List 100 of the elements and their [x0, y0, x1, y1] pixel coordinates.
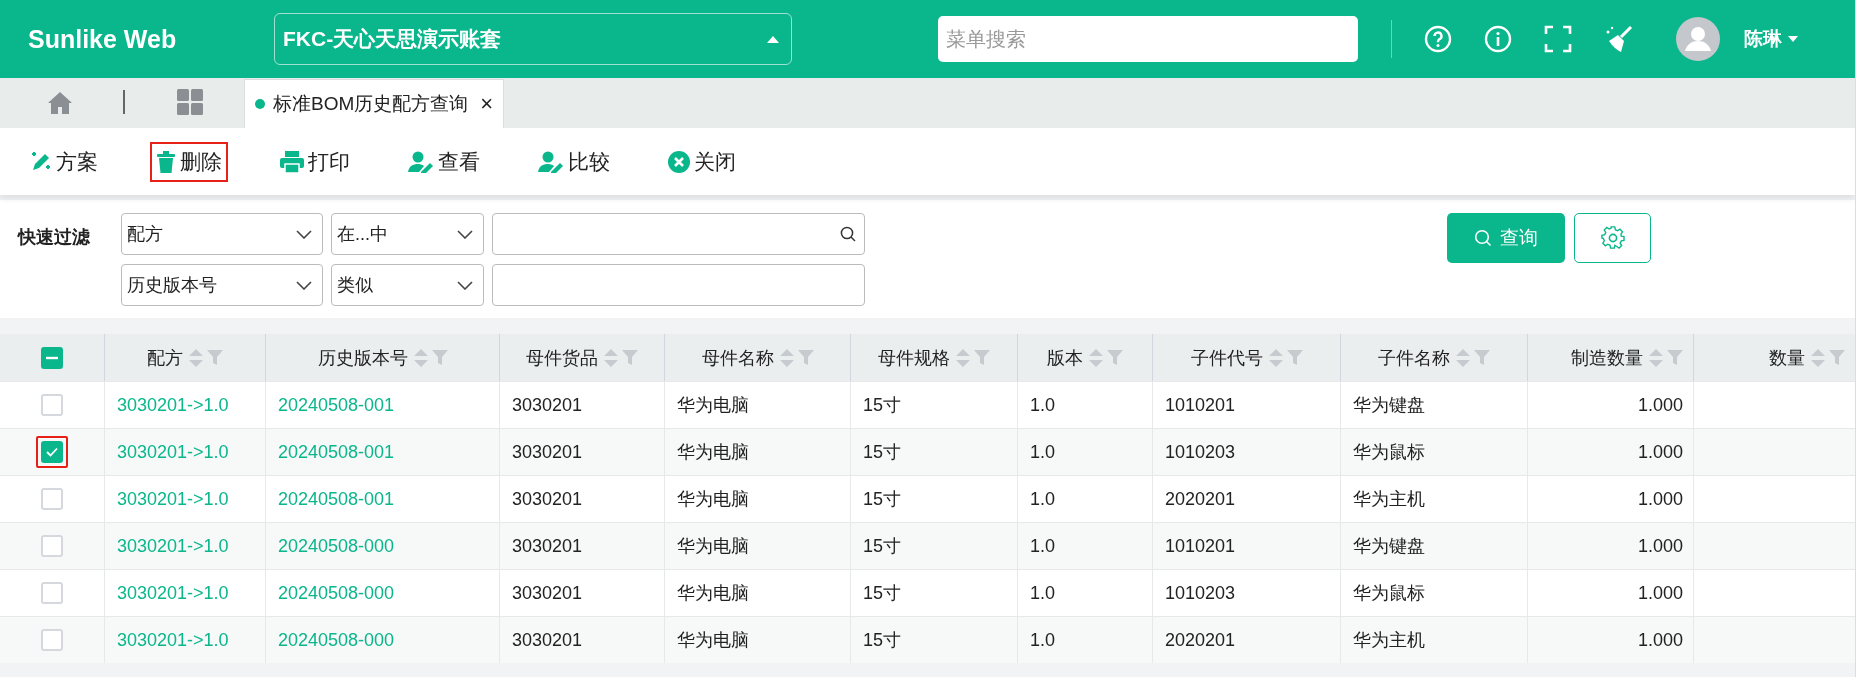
table-cell: 1.0 [1030, 535, 1056, 557]
operator-dropdown[interactable]: 在...中 [331, 213, 484, 255]
caret-icon [1788, 36, 1798, 42]
table-cell: 1.0 [1030, 394, 1056, 416]
column-header[interactable]: 版本 [1017, 334, 1152, 381]
settings-button[interactable] [1574, 213, 1651, 263]
filter-icon[interactable] [797, 349, 814, 366]
table-cell: 3030201 [512, 441, 583, 463]
user-edit-icon [408, 150, 434, 173]
trash-icon [156, 150, 176, 173]
chevron-icon [457, 280, 473, 290]
filter-icon[interactable] [207, 349, 223, 366]
minus-icon [46, 355, 58, 360]
broom-icon[interactable] [1604, 24, 1634, 54]
filter-icon[interactable] [1667, 349, 1683, 366]
select-all-checkbox[interactable] [41, 346, 63, 369]
value-field[interactable] [492, 213, 865, 255]
column-header[interactable]: 母件规格 [850, 334, 1017, 381]
info-icon[interactable] [1484, 25, 1512, 53]
table-cell-text: 华为鼠标 [1353, 441, 1425, 464]
user-edit-icon [538, 150, 564, 173]
column-header[interactable]: 子件代号 [1152, 334, 1340, 381]
table-cell-text: 15寸 [863, 582, 902, 605]
table-cell-text: 华为键盘 [1353, 535, 1425, 558]
field-dropdown[interactable]: 配方 [121, 213, 323, 255]
column-header[interactable]: 制造数量 [1527, 334, 1693, 381]
grid-icon[interactable] [177, 89, 203, 115]
table-cell: 1.0 [1030, 629, 1056, 651]
column-header[interactable]: 子件名称 [1340, 334, 1527, 381]
table-cell: 1.0 [1030, 441, 1056, 463]
column-header[interactable]: 数量 [1693, 334, 1855, 381]
toolbar-button[interactable]: 比较 [532, 141, 616, 182]
column-header[interactable]: 母件名称 [664, 334, 850, 381]
table-cell-text: 15寸 [863, 394, 902, 417]
table-cell: 1.000 [1637, 629, 1683, 651]
table-cell-text: 15寸 [863, 629, 902, 652]
search-icon [840, 226, 856, 242]
operator-dropdown[interactable]: 类似 [331, 264, 484, 306]
sort-icon[interactable] [779, 346, 794, 369]
toolbar-button[interactable]: 查看 [402, 141, 486, 182]
row-checkbox[interactable] [36, 436, 68, 468]
filter-icon[interactable] [431, 349, 448, 366]
sort-icon[interactable] [413, 346, 428, 369]
table-cell: 3030201 [512, 535, 583, 557]
table-cell: 3030201 [512, 394, 583, 416]
table-cell: 3030201 [512, 488, 583, 510]
sort-icon[interactable] [1456, 346, 1470, 369]
help-icon[interactable] [1424, 25, 1452, 53]
active-dot-icon [255, 99, 265, 109]
avatar[interactable] [1676, 17, 1720, 61]
sort-icon[interactable] [1811, 346, 1825, 369]
table-cell-text: 华为电脑 [677, 629, 749, 652]
table-cell-text: 华为电脑 [677, 488, 749, 511]
filter-icon[interactable] [1829, 349, 1845, 366]
table-cell: 2020201 [1165, 629, 1236, 651]
filter-icon[interactable] [622, 349, 638, 366]
table-cell-text: 15寸 [863, 488, 902, 511]
table-cell: 3030201 [512, 629, 583, 651]
menu-search-field[interactable]: 菜单搜索 [938, 16, 1358, 62]
toolbar-button[interactable]: 方案 [24, 141, 104, 182]
page-tab[interactable]: 标准BOM历史配方查询 × [244, 79, 505, 128]
printer-icon [280, 150, 304, 173]
sort-icon[interactable] [956, 346, 970, 369]
toolbar-button[interactable]: 删除 [150, 141, 228, 182]
sort-icon[interactable] [1649, 346, 1663, 369]
table-cell-text: 华为鼠标 [1353, 582, 1425, 605]
filter-icon[interactable] [1107, 349, 1123, 366]
sort-icon[interactable] [1268, 346, 1283, 369]
table-cell-text: 华为主机 [1353, 488, 1425, 511]
toolbar-button[interactable]: 打印 [274, 141, 356, 182]
search-icon [1474, 229, 1492, 247]
home-icon[interactable] [47, 91, 73, 115]
value-field[interactable] [492, 264, 865, 306]
pencil-icon [30, 150, 52, 173]
table-cell: 1010201 [1165, 394, 1236, 416]
table-cell: 1.000 [1637, 582, 1683, 604]
column-header[interactable]: 配方 [104, 334, 265, 381]
fullscreen-icon[interactable] [1544, 25, 1572, 53]
table-cell: 1010203 [1165, 582, 1236, 604]
table-cell: 3030201 [512, 582, 583, 604]
toolbar-button[interactable]: 关闭 [662, 141, 742, 182]
table-cell: 1.0 [1030, 488, 1056, 510]
sort-icon[interactable] [1089, 346, 1103, 369]
sort-icon[interactable] [189, 346, 203, 369]
column-header[interactable]: 历史版本号 [265, 334, 499, 381]
table-cell: 1.000 [1637, 441, 1683, 463]
column-header[interactable]: 母件货品 [499, 334, 664, 381]
table-cell-text: 15寸 [863, 441, 902, 464]
table-cell-text: 15寸 [863, 535, 902, 558]
sort-icon[interactable] [604, 346, 618, 369]
table-cell: 1.000 [1637, 535, 1683, 557]
close-tab-button[interactable]: × [480, 91, 494, 117]
close-icon [668, 150, 690, 173]
table-cell: 1.000 [1637, 394, 1683, 416]
filter-icon[interactable] [974, 349, 990, 366]
table-cell-text: 华为电脑 [677, 394, 749, 417]
filter-icon[interactable] [1474, 349, 1490, 366]
table-cell: 1010203 [1165, 441, 1236, 463]
field-dropdown[interactable]: 历史版本号 [121, 264, 323, 306]
filter-icon[interactable] [1286, 349, 1303, 366]
